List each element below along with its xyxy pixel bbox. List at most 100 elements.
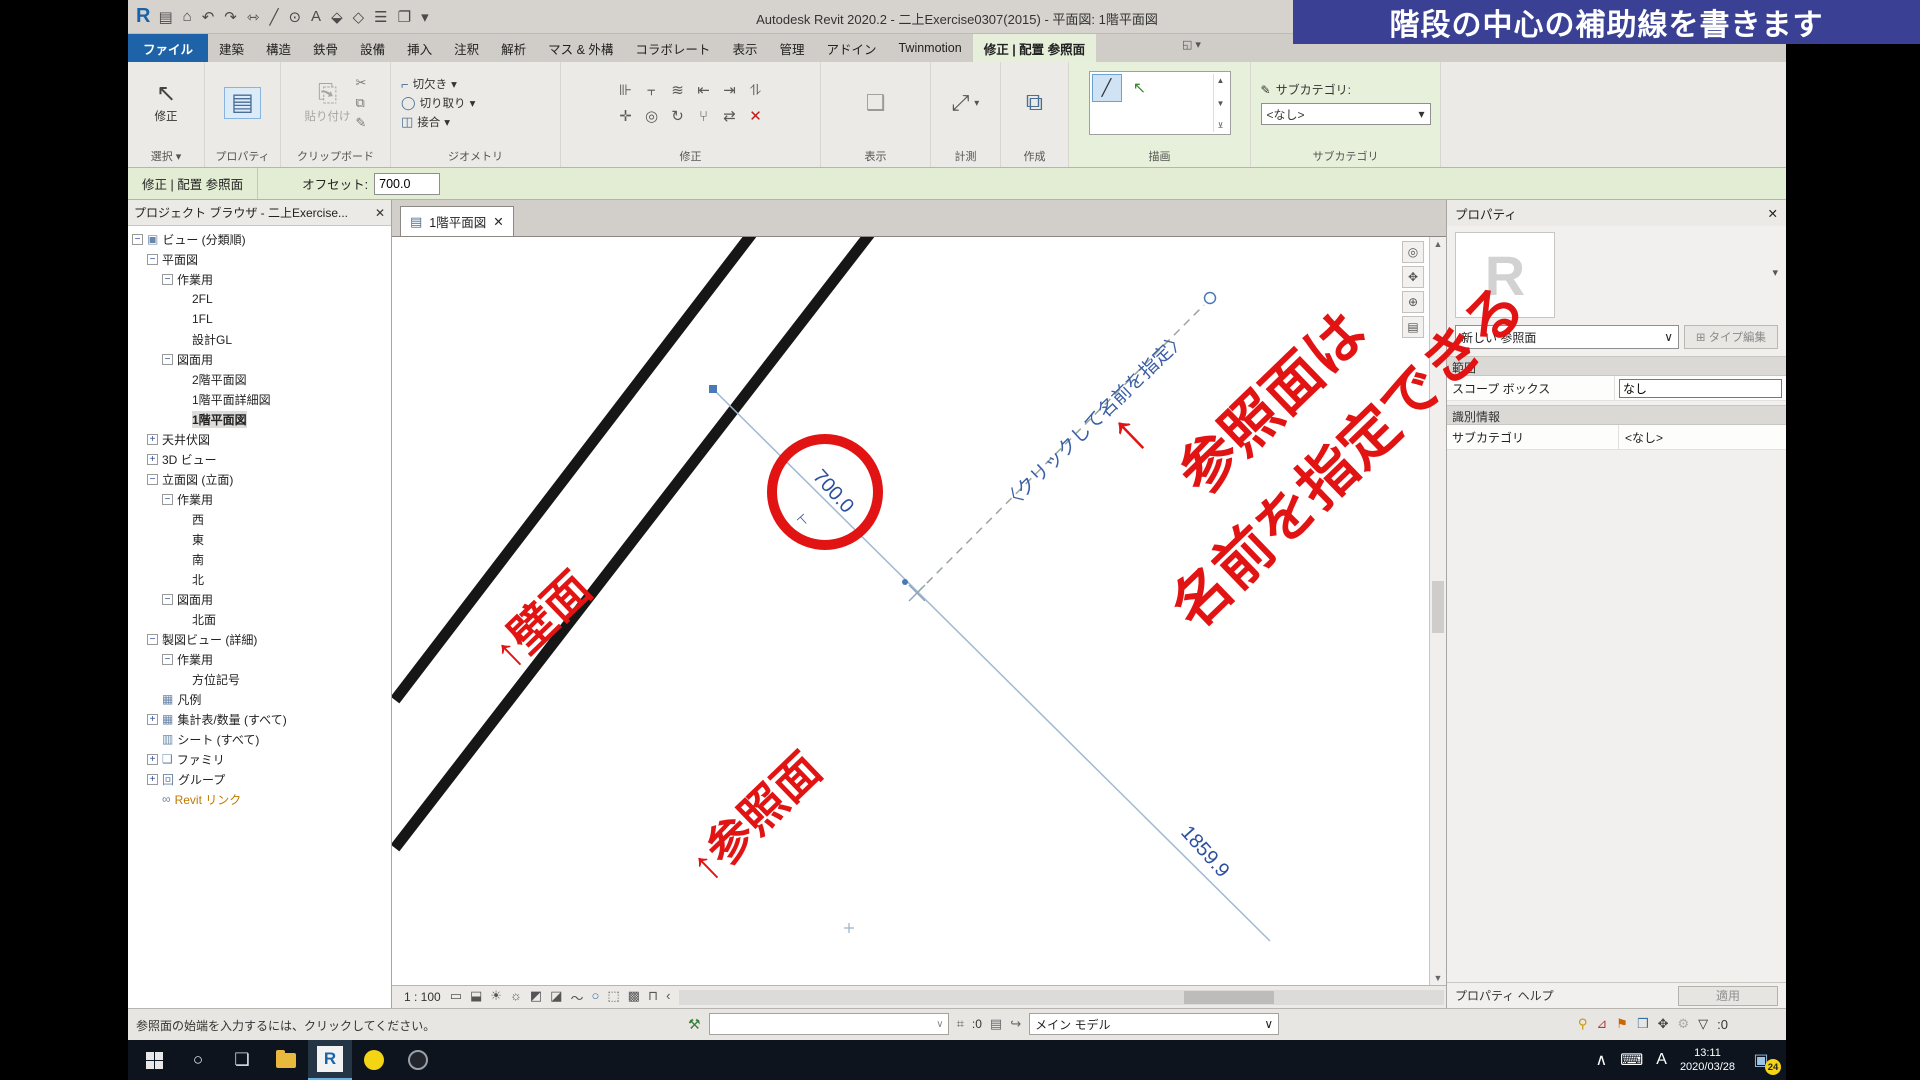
- view-control-icon[interactable]: ◪: [550, 988, 562, 1007]
- revit-logo-icon[interactable]: R: [136, 5, 150, 28]
- task-view-button[interactable]: ❏: [220, 1040, 264, 1080]
- scroll-down-icon[interactable]: ▼: [1434, 973, 1443, 983]
- clock[interactable]: 13:11 2020/03/28: [1680, 1046, 1735, 1075]
- join-button[interactable]: ◫ 接合 ▾: [401, 114, 450, 130]
- tree-item[interactable]: 北: [128, 569, 391, 589]
- tree-item[interactable]: − 作業用: [128, 489, 391, 509]
- view-control-icon[interactable]: ○: [591, 988, 599, 1007]
- tree-item[interactable]: 西: [128, 509, 391, 529]
- ribbon-tab[interactable]: 解析: [490, 34, 537, 62]
- tree-expander[interactable]: −: [162, 594, 173, 605]
- subcategory-value[interactable]: <なし>: [1619, 429, 1669, 446]
- view-tab[interactable]: ▤ 1階平面図 ✕: [400, 206, 514, 236]
- selection-toggle-icon[interactable]: ⚙: [1678, 1016, 1690, 1032]
- selection-toggle-icon[interactable]: ⊿: [1596, 1016, 1607, 1032]
- measure-icon[interactable]: ⤢: [952, 90, 970, 116]
- qat-icon[interactable]: ⇿: [247, 8, 260, 26]
- properties-help-link[interactable]: プロパティ ヘルプ: [1455, 987, 1554, 1004]
- selection-toggle-icon[interactable]: ⚲: [1578, 1016, 1588, 1032]
- modify-tool-icon[interactable]: ⫟: [647, 82, 656, 99]
- ribbon-tab[interactable]: 表示: [721, 34, 768, 62]
- drawing-canvas[interactable]: 700.0 ⊢ 1859.9 ◎✥⊕▤ ▲ ▼: [392, 236, 1446, 985]
- view-panel-icon[interactable]: ❑: [866, 90, 886, 116]
- qat-icon[interactable]: ⬙: [331, 8, 343, 26]
- ribbon-tab[interactable]: 修正 | 配置 参照面: [973, 34, 1096, 62]
- modify-tool-icon[interactable]: ≋: [671, 81, 684, 99]
- cut-icon[interactable]: ✂: [356, 75, 367, 91]
- nav-tool-icon[interactable]: ⊕: [1402, 291, 1424, 313]
- worksets-dropdown[interactable]: ∨: [709, 1013, 949, 1035]
- tree-item[interactable]: − 作業用: [128, 649, 391, 669]
- qat-icon[interactable]: ⊙: [288, 8, 301, 26]
- notification-button[interactable]: ▣ 24: [1748, 1049, 1774, 1071]
- ribbon-tab[interactable]: 建築: [208, 34, 255, 62]
- ribbon-tab[interactable]: 挿入: [396, 34, 443, 62]
- modify-tool-icon[interactable]: ↻: [671, 107, 684, 125]
- modify-tool-icon[interactable]: ✕: [749, 107, 762, 125]
- tree-item[interactable]: 方位記号: [128, 669, 391, 689]
- qat-icon[interactable]: A: [311, 8, 321, 25]
- tree-item[interactable]: 南: [128, 549, 391, 569]
- match-type-icon[interactable]: ✎: [356, 115, 367, 131]
- chevron-down-icon[interactable]: ▾: [974, 98, 979, 109]
- tree-expander[interactable]: +: [147, 434, 158, 445]
- view-control-icon[interactable]: ‹: [666, 988, 670, 1007]
- view-scale[interactable]: 1 : 100: [404, 990, 441, 1004]
- modify-tool-icon[interactable]: ⊪: [619, 81, 632, 99]
- tree-item[interactable]: + 天井伏図: [128, 429, 391, 449]
- ribbon-tab[interactable]: コラボレート: [624, 34, 721, 62]
- obs-button[interactable]: [396, 1040, 440, 1080]
- start-button[interactable]: [132, 1040, 176, 1080]
- reference-plane-line[interactable]: [713, 389, 1270, 941]
- nav-tool-icon[interactable]: ◎: [1402, 241, 1424, 263]
- qat-icon[interactable]: ↶: [202, 8, 215, 26]
- view-control-icon[interactable]: ⬓: [470, 988, 482, 1007]
- tree-item[interactable]: 設計GL: [128, 329, 391, 349]
- exclude-options-icon[interactable]: ↪: [1010, 1016, 1021, 1032]
- ribbon-tab[interactable]: 注釈: [443, 34, 490, 62]
- qat-icon[interactable]: ⌂: [183, 8, 192, 25]
- tree-expander[interactable]: +: [147, 774, 158, 785]
- tree-item[interactable]: + ❑ ファミリ: [128, 749, 391, 769]
- tree-item[interactable]: − ▣ ビュー (分類順): [128, 229, 391, 249]
- tree-item[interactable]: + 3D ビュー: [128, 449, 391, 469]
- view-control-icon[interactable]: ▩: [628, 988, 640, 1007]
- scroll-up-icon[interactable]: ▲: [1434, 239, 1443, 249]
- type-selector-dropdown[interactable]: 新しい 参照面 ∨: [1455, 325, 1679, 349]
- apply-button[interactable]: 適用: [1678, 986, 1778, 1006]
- tree-item[interactable]: + 回 グループ: [128, 769, 391, 789]
- tree-item[interactable]: ▥ シート (すべて): [128, 729, 391, 749]
- tree-item[interactable]: − 図面用: [128, 349, 391, 369]
- chevron-up-icon[interactable]: ∧: [1595, 1050, 1607, 1070]
- yellow-app-button[interactable]: [352, 1040, 396, 1080]
- modify-tool-icon[interactable]: ⑂: [699, 108, 708, 125]
- qat-icon[interactable]: ☰: [374, 8, 387, 26]
- section-extents[interactable]: 範囲: [1447, 356, 1786, 376]
- tree-item[interactable]: 1FL: [128, 309, 391, 329]
- modify-tool-icon[interactable]: ⇤: [697, 81, 710, 99]
- panel-label-select[interactable]: 選択 ▾: [128, 148, 204, 164]
- tree-expander[interactable]: −: [162, 494, 173, 505]
- modify-button[interactable]: ↖ 修正: [155, 82, 178, 124]
- tree-item[interactable]: 1階平面図: [128, 409, 391, 429]
- close-icon[interactable]: ✕: [493, 214, 503, 229]
- tree-item[interactable]: ▦ 凡例: [128, 689, 391, 709]
- subcategory-dropdown[interactable]: <なし> ▾: [1261, 103, 1431, 125]
- view-control-icon[interactable]: ⬚: [607, 988, 619, 1007]
- qat-icon[interactable]: ▤: [158, 8, 172, 26]
- edit-type-button[interactable]: ⊞ タイプ編集: [1684, 325, 1778, 349]
- copy-icon[interactable]: ⧉: [356, 95, 367, 111]
- tree-expander[interactable]: +: [147, 714, 158, 725]
- modify-tool-icon[interactable]: ⇥: [723, 81, 736, 99]
- close-icon[interactable]: ✕: [1768, 206, 1778, 221]
- draw-list-scrollbar[interactable]: ▲ ▼ ⊻: [1213, 74, 1228, 132]
- view-control-icon[interactable]: ☀: [490, 988, 502, 1007]
- cope-button[interactable]: ⌐ 切欠き ▾: [401, 76, 457, 92]
- editable-only-icon[interactable]: ⌗: [957, 1016, 964, 1032]
- tree-item[interactable]: + ▦ 集計表/数量 (すべて): [128, 709, 391, 729]
- tree-item[interactable]: 東: [128, 529, 391, 549]
- view-control-icon[interactable]: ◩: [530, 988, 542, 1007]
- tree-item[interactable]: 北面: [128, 609, 391, 629]
- ribbon-tab[interactable]: ファイル: [128, 34, 208, 62]
- qat-icon[interactable]: ╱: [269, 8, 278, 26]
